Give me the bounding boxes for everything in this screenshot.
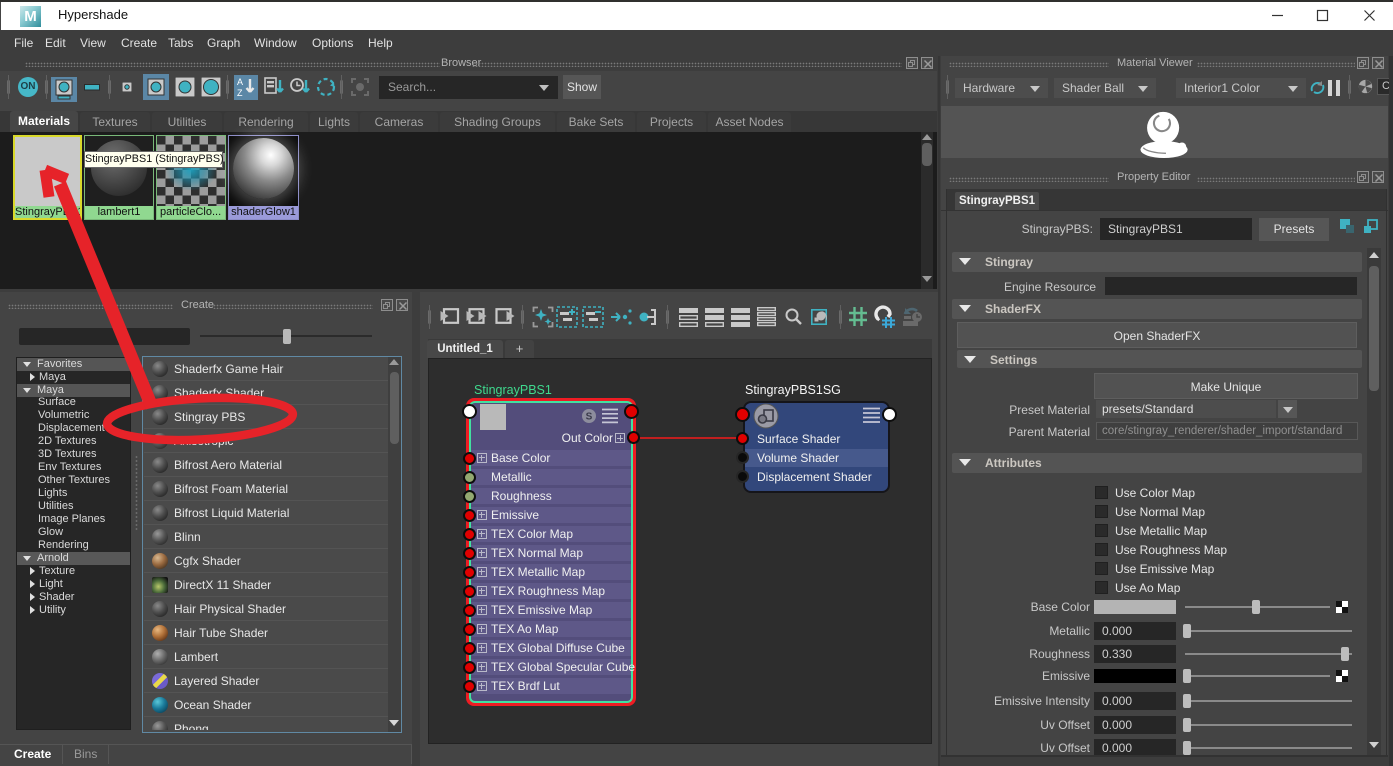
svg-text:Z: Z (237, 88, 243, 98)
svg-text:A: A (237, 77, 243, 87)
svg-text:S: S (586, 412, 593, 423)
